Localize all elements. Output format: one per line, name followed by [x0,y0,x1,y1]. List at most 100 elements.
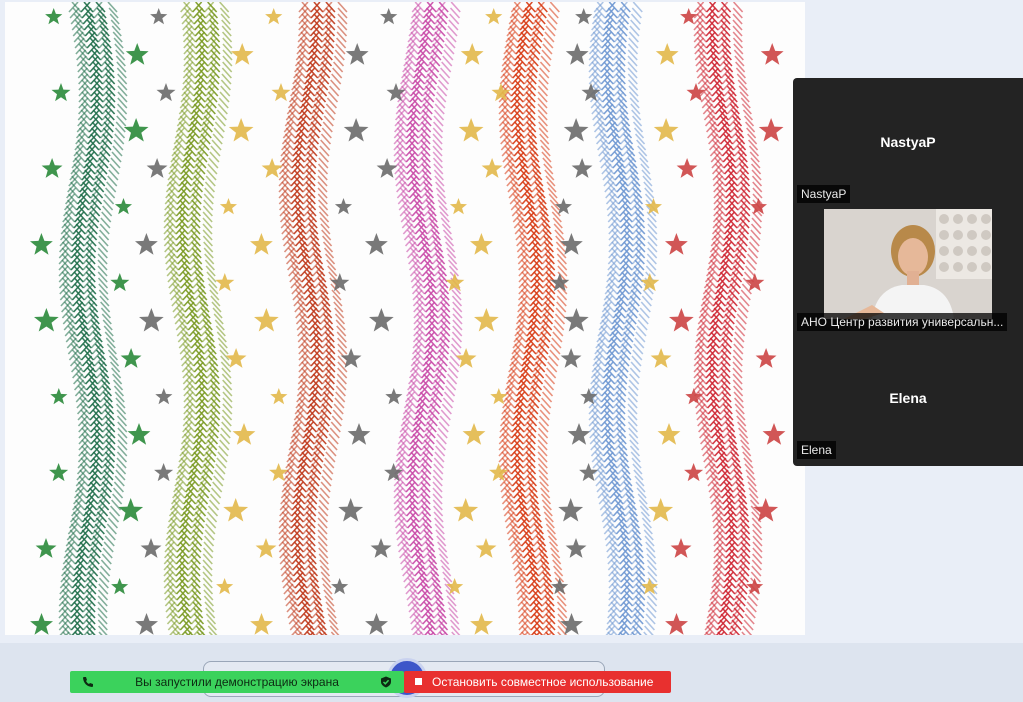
shield-check-icon [381,676,391,688]
star-decoration [551,578,569,595]
star-decoration [470,613,493,635]
star-decoration [458,118,484,142]
participant-gallery: NastyaP NastyaP АНО Центр развития униве… [793,78,1023,466]
star-decoration [50,388,68,405]
star-decoration [345,43,369,65]
star-decoration [114,198,132,215]
shared-screen [5,2,805,635]
star-decoration [365,233,388,255]
star-decoration [485,8,503,25]
star-decoration [254,308,279,332]
star-decoration [657,423,681,445]
star-decoration [347,423,371,445]
star-decoration [565,538,587,558]
star-decoration [575,8,593,25]
star-decoration [154,463,174,482]
star-decoration [474,308,499,332]
star-decoration [232,423,256,445]
star-decoration [762,423,786,445]
star-decoration [140,538,162,558]
star-decoration [460,43,484,65]
star-decoration [125,43,149,65]
star-decoration [139,308,164,332]
participant-name-tag: АНО Центр развития универсальн... [797,313,1008,331]
star-decoration [680,8,698,25]
star-decoration [146,158,168,178]
star-decoration [571,158,593,178]
star-decoration [365,613,388,635]
star-decoration [369,308,394,332]
star-decoration [120,348,142,368]
share-status-text: Вы запустили демонстрацию экрана [135,675,339,689]
star-decoration [271,83,291,102]
star-decoration [30,233,53,255]
star-decoration [380,8,398,25]
garland [560,2,681,635]
star-decoration [453,498,479,522]
garland [135,2,256,635]
star-decoration [567,423,591,445]
participant-tile[interactable]: Elena Elena [793,334,1023,462]
star-decoration [684,463,704,482]
participant-tile[interactable]: NastyaP NastyaP [793,78,1023,206]
star-decoration [49,463,69,482]
star-decoration [230,43,254,65]
participant-name: NastyaP [880,134,936,150]
stop-share-button[interactable]: Остановить совместное использование [404,671,671,693]
star-decoration [564,308,589,332]
star-decoration [135,613,158,635]
star-decoration [334,198,352,215]
star-decoration [475,538,497,558]
star-decoration [650,348,672,368]
star-decoration [111,578,129,595]
star-decoration [746,578,764,595]
star-decoration [370,538,392,558]
star-decoration [30,613,53,635]
star-decoration [665,613,688,635]
star-decoration [481,158,503,178]
webcam-feed [824,209,992,319]
star-decoration [118,498,144,522]
star-decoration [655,43,679,65]
star-decoration [250,613,273,635]
star-decoration [490,388,508,405]
screen-share-status-banner: Вы запустили демонстрацию экрана [70,671,404,693]
participant-name: Elena [889,390,927,406]
star-decoration [223,498,249,522]
star-decoration [250,233,273,255]
garland [365,2,486,635]
star-decoration [343,118,369,142]
star-decoration [135,233,158,255]
star-decoration [215,273,235,292]
star-decoration [676,158,698,178]
star-decoration [270,388,288,405]
star-decoration [565,43,589,65]
star-decoration [34,308,59,332]
star-decoration [670,538,692,558]
star-decoration [45,8,63,25]
participant-video [824,209,992,319]
star-decoration [449,198,467,215]
participant-name-tag: NastyaP [797,185,851,203]
star-decoration [669,308,694,332]
star-decoration [665,233,688,255]
participant-tile[interactable]: АНО Центр развития универсальн... [793,206,1023,334]
star-decoration [41,158,63,178]
garland [665,2,786,635]
star-decoration [755,348,777,368]
star-decoration [156,83,176,102]
star-decoration [110,273,130,292]
star-decoration [261,158,283,178]
star-decoration [255,538,277,558]
tinsel-garlands-image [30,2,786,635]
star-decoration [758,118,784,142]
star-decoration [462,423,486,445]
star-decoration [127,423,151,445]
star-decoration [219,198,237,215]
star-decoration [558,498,584,522]
star-decoration [470,233,493,255]
star-decoration [51,83,71,102]
star-decoration [265,8,283,25]
star-decoration [35,538,57,558]
star-decoration [228,118,254,142]
